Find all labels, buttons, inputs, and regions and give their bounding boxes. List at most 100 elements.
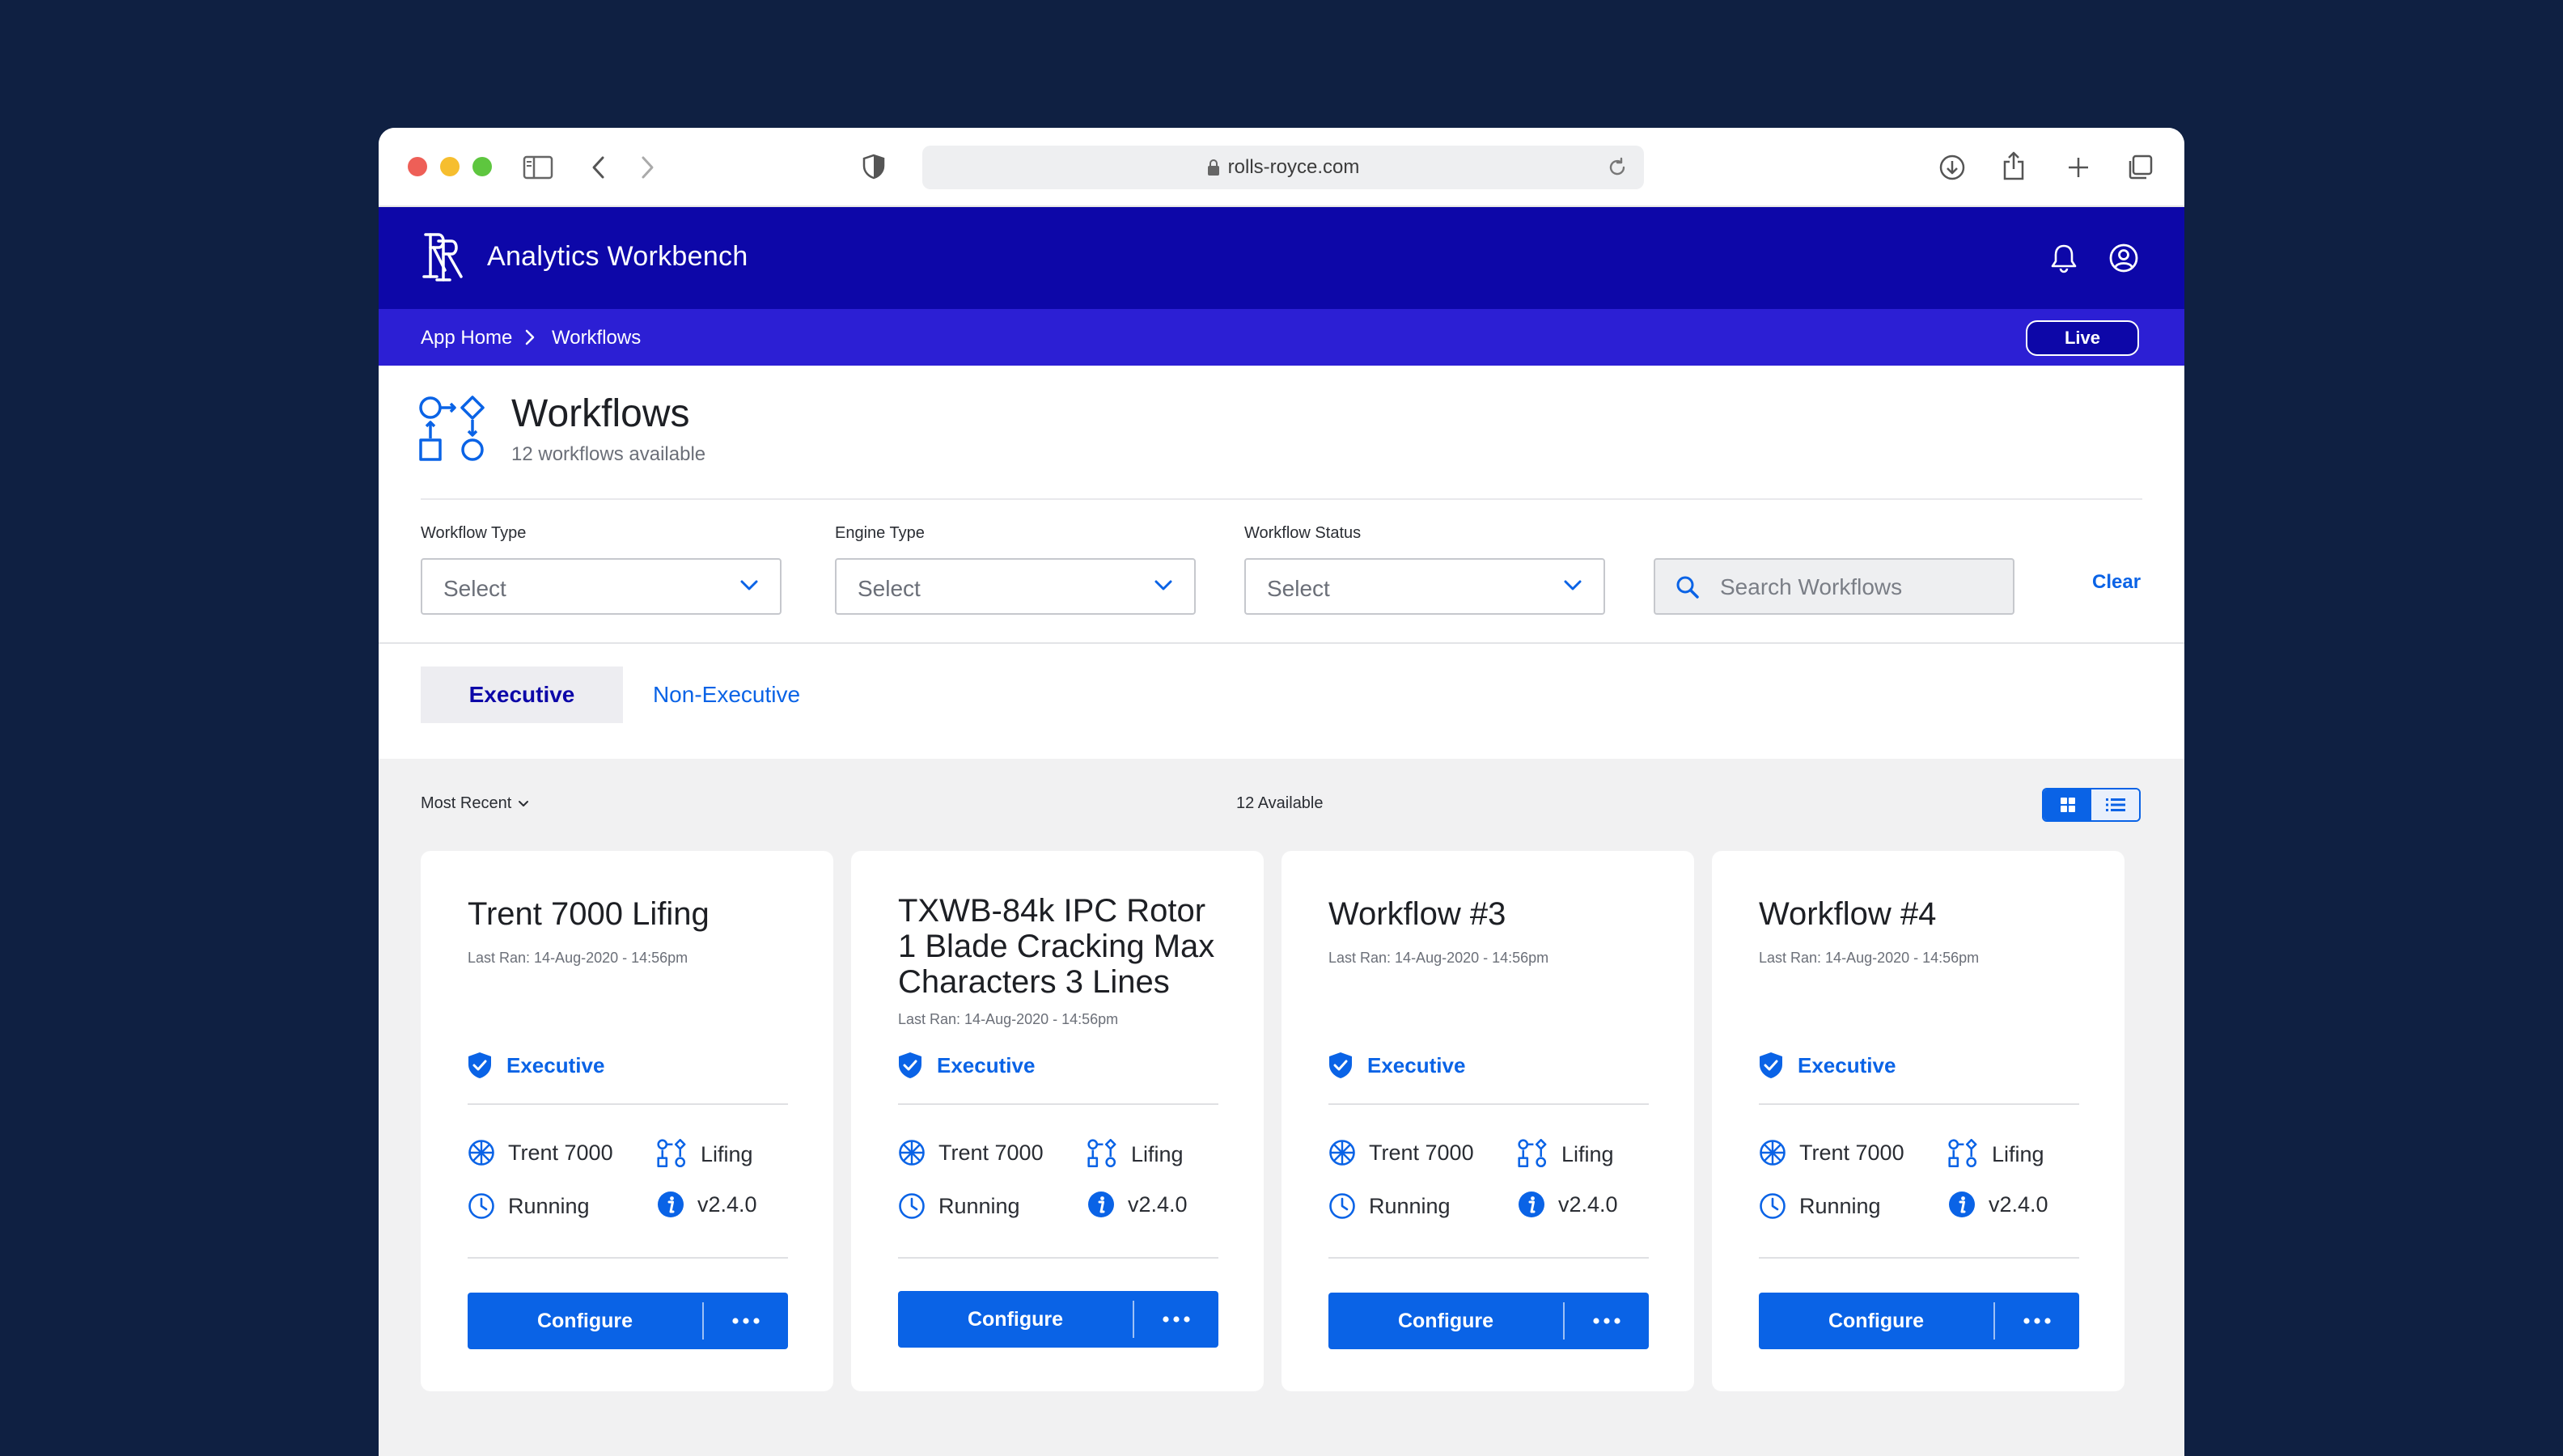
engine-type-select[interactable]: Select: [835, 558, 1196, 615]
version-value: v2.4.0: [1989, 1191, 2048, 1217]
close-window-button[interactable]: [408, 157, 427, 176]
workflow-type-label: Workflow Type: [421, 524, 527, 542]
configure-button[interactable]: Configure: [1328, 1293, 1563, 1349]
new-tab-icon[interactable]: [2066, 155, 2091, 180]
type-meta: Lifing: [1087, 1139, 1184, 1170]
type-meta: Lifing: [1948, 1139, 2044, 1170]
privacy-shield-icon[interactable]: [862, 154, 885, 180]
type-value: Lifing: [701, 1141, 753, 1166]
engine-meta: Trent 7000: [1328, 1139, 1474, 1166]
status-value: Running: [508, 1193, 590, 1218]
tab-non-executive[interactable]: Non-Executive: [638, 667, 816, 723]
status-meta: Running: [1759, 1192, 1881, 1220]
rolls-royce-logo-icon[interactable]: [421, 230, 466, 283]
lock-icon: [1207, 159, 1219, 176]
divider: [379, 642, 2184, 644]
url-text: rolls-royce.com: [1227, 156, 1360, 178]
forward-icon[interactable]: [639, 155, 655, 180]
workflow-type-icon: [1948, 1139, 1977, 1168]
address-bar[interactable]: rolls-royce.com: [922, 146, 1644, 189]
grid-icon: [2060, 798, 2075, 812]
breadcrumb-home-link[interactable]: App Home: [421, 327, 512, 349]
workflow-list: Most Recent 12 Available Trent 7000 Lifi…: [379, 759, 2184, 1456]
available-count: 12 Available: [1236, 794, 1324, 812]
workflow-card[interactable]: TXWB-84k IPC Rotor 1 Blade Cracking Max …: [851, 851, 1264, 1391]
card-title: Workflow #3: [1328, 896, 1506, 932]
user-account-icon[interactable]: [2108, 243, 2139, 273]
view-toggle: [2042, 788, 2141, 822]
search-icon: [1676, 576, 1699, 599]
more-dots-icon: [1593, 1318, 1620, 1324]
sort-label: Most Recent: [421, 794, 512, 812]
engine-fan-icon: [899, 1140, 925, 1166]
version-meta: v2.4.0: [657, 1191, 757, 1218]
workflow-type-value: Select: [443, 576, 506, 601]
more-options-button[interactable]: [1565, 1293, 1649, 1349]
sort-dropdown[interactable]: Most Recent: [421, 794, 529, 813]
workflow-card[interactable]: Trent 7000 Lifing Last Ran: 14-Aug-2020 …: [421, 851, 833, 1391]
engine-type-label: Engine Type: [835, 524, 925, 542]
badge-label: Executive: [1798, 1052, 1896, 1077]
configure-button[interactable]: Configure: [898, 1291, 1133, 1348]
grid-view-button[interactable]: [2044, 789, 2091, 820]
configure-button[interactable]: Configure: [1759, 1293, 1993, 1349]
divider: [1759, 1257, 2079, 1259]
engine-fan-icon: [468, 1140, 494, 1166]
version-meta: v2.4.0: [1518, 1191, 1618, 1218]
download-icon[interactable]: [1938, 154, 1966, 181]
workflow-status-select[interactable]: Select: [1244, 558, 1605, 615]
version-value: v2.4.0: [1558, 1191, 1618, 1217]
engine-fan-icon: [1760, 1140, 1786, 1166]
engine-value: Trent 7000: [1799, 1140, 1904, 1165]
divider: [421, 498, 2142, 500]
workflow-type-icon: [1518, 1139, 1547, 1168]
divider: [1328, 1103, 1649, 1105]
more-dots-icon: [732, 1318, 760, 1324]
minimize-window-button[interactable]: [440, 157, 460, 176]
chevron-down-icon: [1154, 580, 1172, 590]
info-icon: [1949, 1191, 1975, 1217]
tabs-overview-icon[interactable]: [2126, 154, 2154, 181]
workflow-type-icon: [1087, 1139, 1116, 1168]
shield-check-icon: [468, 1052, 491, 1078]
status-value: Running: [938, 1193, 1020, 1218]
notifications-bell-icon[interactable]: [2050, 243, 2078, 273]
shield-check-icon: [899, 1052, 921, 1078]
divider: [898, 1257, 1218, 1259]
divider: [468, 1103, 788, 1105]
tab-executive[interactable]: Executive: [421, 667, 623, 723]
configure-split-button: Configure: [898, 1291, 1218, 1348]
engine-value: Trent 7000: [938, 1140, 1044, 1165]
workflow-type-icon: [657, 1139, 686, 1168]
sidebar-toggle-icon[interactable]: [523, 155, 553, 180]
type-meta: Lifing: [657, 1139, 753, 1170]
workflow-type-select[interactable]: Select: [421, 558, 782, 615]
executive-badge: Executive: [1328, 1052, 1465, 1079]
share-icon[interactable]: [2002, 150, 2026, 181]
version-value: v2.4.0: [697, 1191, 757, 1217]
more-options-button[interactable]: [1134, 1291, 1218, 1348]
maximize-window-button[interactable]: [472, 157, 492, 176]
badge-label: Executive: [1367, 1052, 1466, 1077]
more-options-button[interactable]: [704, 1293, 788, 1349]
divider: [1328, 1257, 1649, 1259]
workflow-card[interactable]: Workflow #3 Last Ran: 14-Aug-2020 - 14:5…: [1282, 851, 1694, 1391]
type-meta: Lifing: [1518, 1139, 1614, 1170]
info-icon: [1088, 1191, 1114, 1217]
breadcrumb-current: Workflows: [552, 327, 642, 349]
card-last-ran: Last Ran: 14-Aug-2020 - 14:56pm: [1759, 950, 1980, 966]
executive-badge: Executive: [898, 1052, 1035, 1079]
more-options-button[interactable]: [1995, 1293, 2079, 1349]
list-view-button[interactable]: [2091, 789, 2139, 820]
divider: [898, 1103, 1218, 1105]
configure-split-button: Configure: [468, 1293, 788, 1349]
live-button[interactable]: Live: [2026, 320, 2139, 356]
clear-filters-link[interactable]: Clear: [2092, 571, 2141, 594]
workflow-card[interactable]: Workflow #4 Last Ran: 14-Aug-2020 - 14:5…: [1712, 851, 2125, 1391]
search-input[interactable]: [1720, 571, 1995, 603]
configure-button[interactable]: Configure: [468, 1293, 702, 1349]
version-value: v2.4.0: [1128, 1191, 1188, 1217]
reload-icon[interactable]: [1607, 157, 1628, 178]
clock-icon: [1329, 1193, 1355, 1219]
back-icon[interactable]: [591, 155, 607, 180]
